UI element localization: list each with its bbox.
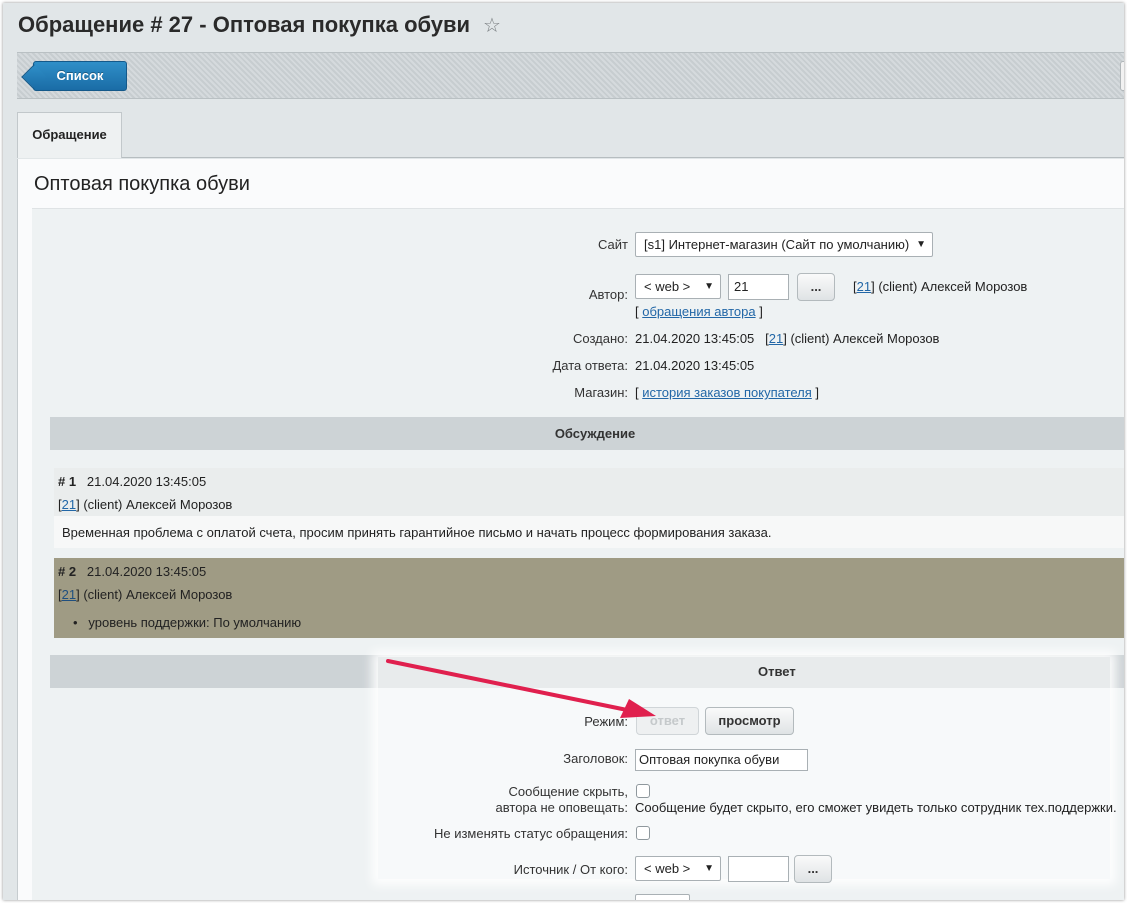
annotation-arrow xyxy=(386,659,656,718)
arrow-head xyxy=(620,699,656,718)
arrow-shaft xyxy=(386,659,634,713)
